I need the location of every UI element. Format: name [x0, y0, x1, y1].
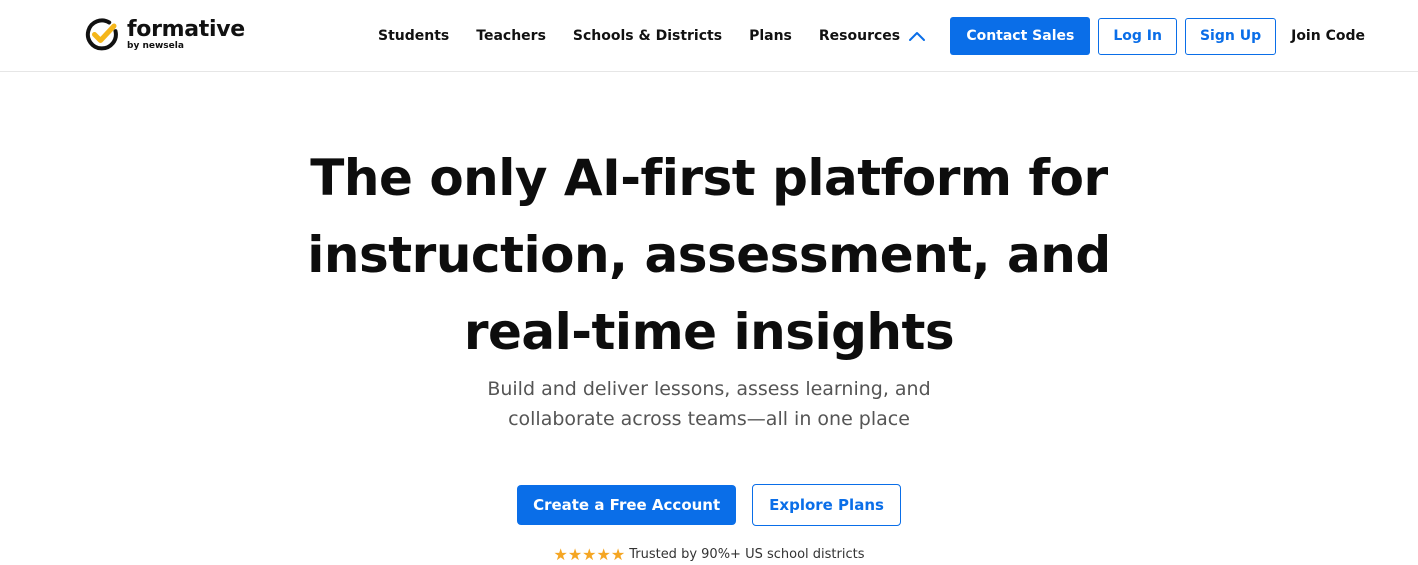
logo-subtitle: by newsela — [127, 41, 184, 51]
star-rating: ★★★★★ — [553, 545, 625, 565]
logo-wordmark: formative — [127, 17, 245, 42]
contact-sales-button[interactable]: Contact Sales — [950, 17, 1091, 55]
sign-up-button[interactable]: Sign Up — [1184, 17, 1277, 55]
nav-resources[interactable]: Resources — [819, 28, 926, 44]
nav-schools-districts[interactable]: Schools & Districts — [573, 28, 722, 44]
log-in-button[interactable]: Log In — [1098, 17, 1177, 55]
nav-plans[interactable]: Plans — [749, 28, 792, 44]
header-actions: Contact Sales Log In Sign Up Join Code — [950, 17, 1365, 55]
star-icon: ★ — [553, 545, 568, 564]
nav-students[interactable]: Students — [378, 28, 449, 44]
formative-logo[interactable]: formative by newsela — [84, 16, 245, 54]
nav-resources-label: Resources — [818, 28, 901, 44]
star-icon: ★ — [582, 545, 597, 564]
chevron-up-icon — [909, 32, 926, 41]
hero-section: The only AI-first platform for instructi… — [0, 140, 1418, 565]
logo-text: formative by newsela — [127, 17, 245, 53]
explore-plans-button[interactable]: Explore Plans — [752, 484, 901, 526]
star-icon: ★ — [610, 545, 626, 564]
nav-teachers[interactable]: Teachers — [476, 28, 546, 44]
hero-headline: The only AI-first platform for instructi… — [307, 149, 1111, 361]
star-icon: ★ — [596, 545, 611, 564]
cta-row: Create a Free Account Explore Plans — [0, 484, 1418, 526]
trust-text: Trusted by 90%+ US school districts — [629, 547, 865, 562]
star-icon: ★ — [567, 545, 583, 564]
join-code-link[interactable]: Join Code — [1291, 28, 1365, 44]
site-header: formative by newsela Students Teachers S… — [0, 0, 1418, 72]
main-nav: Students Teachers Schools & Districts Pl… — [378, 0, 926, 72]
trust-row: ★★★★★ Trusted by 90%+ US school district… — [0, 545, 1418, 565]
hero-subhead: Build and deliver lessons, assess learni… — [487, 378, 931, 430]
check-badge-icon — [85, 18, 118, 51]
create-free-account-button[interactable]: Create a Free Account — [517, 485, 737, 525]
